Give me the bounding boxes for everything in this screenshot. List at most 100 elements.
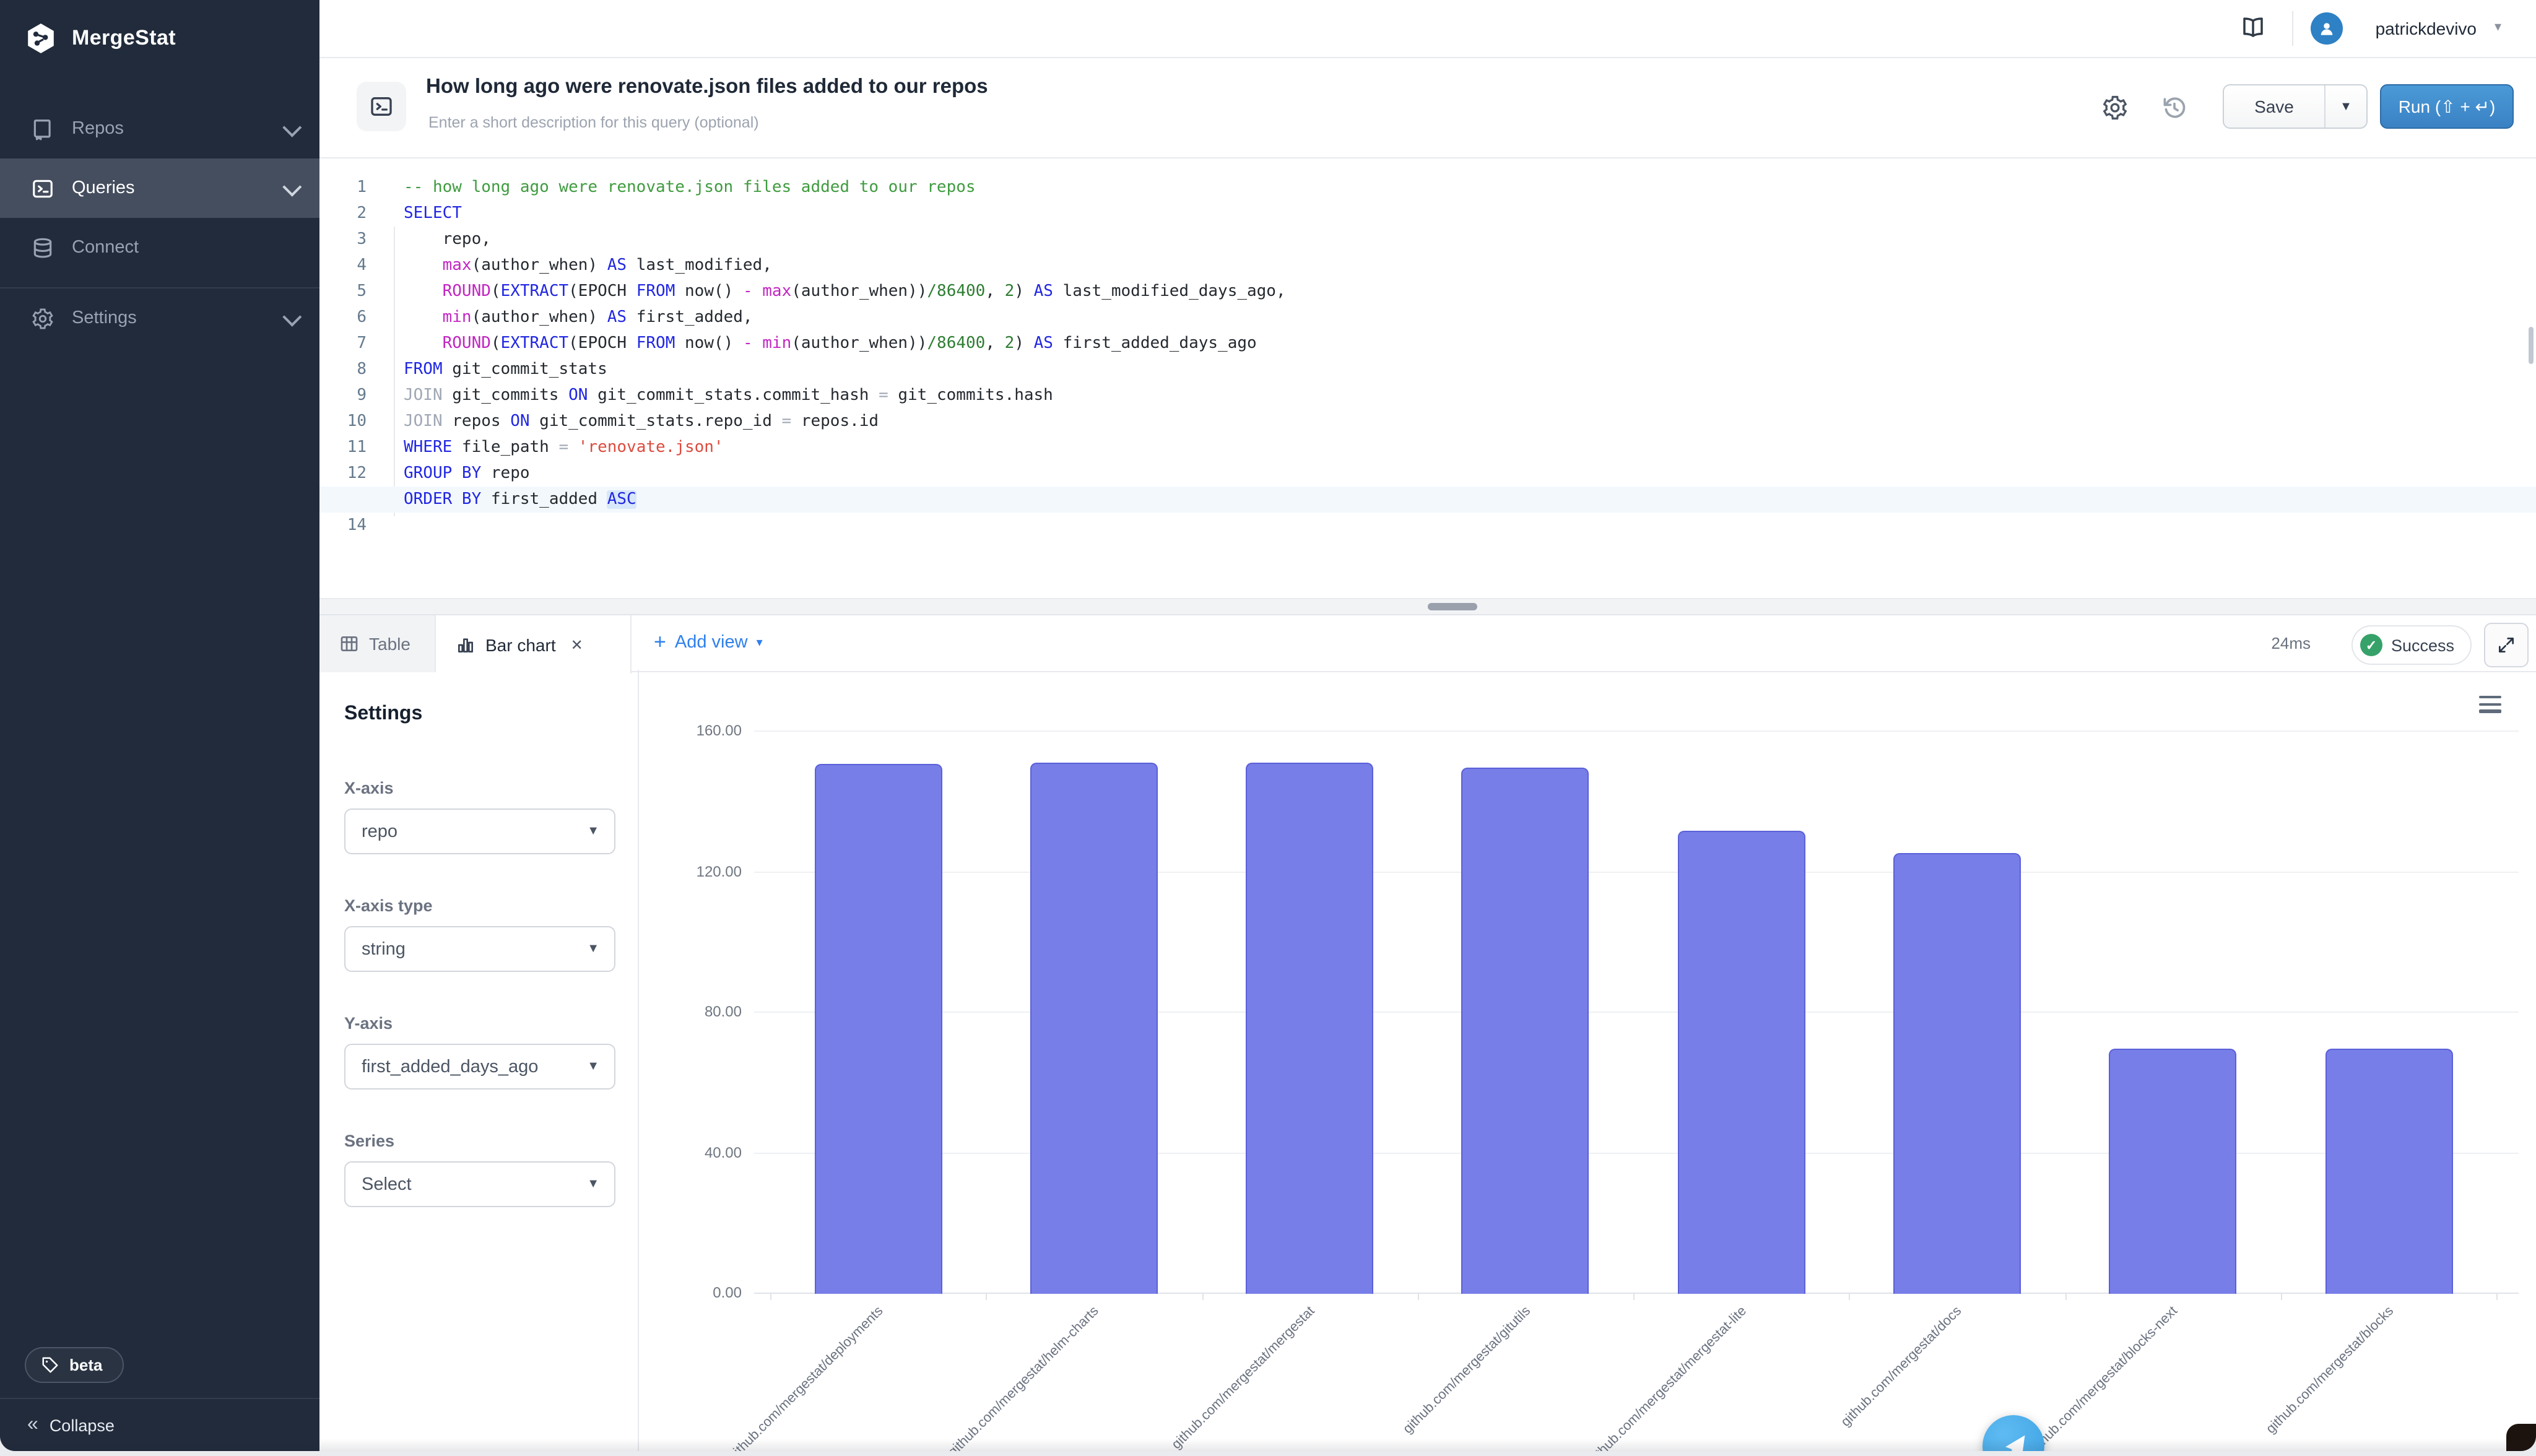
code-line[interactable]: FROM git_commit_stats xyxy=(319,357,2536,383)
code-line[interactable]: JOIN git_commits ON git_commit_stats.com… xyxy=(319,383,2536,409)
code-line[interactable]: ORDER BY first_added ASC xyxy=(319,487,2536,513)
sql-editor[interactable]: 1234567891011121314 -- how long ago were… xyxy=(319,158,2536,598)
query-terminal-icon xyxy=(357,82,406,131)
run-button[interactable]: Run (⇧ + ↵) xyxy=(2380,84,2514,129)
results-tabbar: Table Bar chart ✕ + Add view ▾ 24ms ✓ Su… xyxy=(319,615,2536,672)
collapse-icon: « xyxy=(27,1414,38,1436)
select-value: first_added_days_ago xyxy=(362,1057,587,1077)
select-x-axis-type[interactable]: string▼ xyxy=(344,926,615,972)
close-tab-icon[interactable]: ✕ xyxy=(571,636,583,653)
code-line[interactable]: repo, xyxy=(319,227,2536,253)
x-axis-label: github.com/mergestat/docs xyxy=(1839,1304,1965,1430)
code-line[interactable]: ROUND(EXTRACT(EPOCH FROM now() - max(aut… xyxy=(319,279,2536,305)
code-line[interactable]: max(author_when) AS last_modified, xyxy=(319,253,2536,279)
select-value: repo xyxy=(362,821,587,841)
editor-scrollbar[interactable] xyxy=(2529,327,2534,364)
chart-menu-icon[interactable] xyxy=(2479,696,2501,716)
tag-icon xyxy=(41,1356,59,1374)
code-line[interactable] xyxy=(319,513,2536,539)
bar[interactable] xyxy=(2325,1048,2452,1294)
corner-widget[interactable] xyxy=(2506,1424,2536,1451)
avatar[interactable] xyxy=(2311,12,2343,45)
expand-icon xyxy=(2496,635,2516,655)
app-window: MergeStat ReposQueries Connect Settings be… xyxy=(0,0,2536,1451)
bar[interactable] xyxy=(2109,1048,2237,1294)
y-axis-tick-label: 120.00 xyxy=(639,862,742,880)
status-badge: ✓ Success xyxy=(2351,625,2472,665)
query-settings-gear-icon[interactable] xyxy=(2101,94,2129,121)
select-series[interactable]: Select▼ xyxy=(344,1161,615,1207)
query-title[interactable]: How long ago were renovate.json files ad… xyxy=(426,76,988,99)
select-y-axis[interactable]: first_added_days_ago▼ xyxy=(344,1044,615,1090)
tab-bar-chart-label: Bar chart xyxy=(485,635,556,654)
sidebar: MergeStat ReposQueries Connect Settings be… xyxy=(0,0,319,1451)
field-label-series: Series xyxy=(344,1132,615,1150)
sidebar-item-repos[interactable]: Repos xyxy=(0,99,319,158)
bar[interactable] xyxy=(1246,763,1373,1294)
query-history-icon[interactable] xyxy=(2161,94,2188,121)
x-axis-label: github.com/mergestat/deployments xyxy=(726,1304,886,1451)
gridline xyxy=(754,1152,2519,1153)
save-menu-caret-icon[interactable]: ▼ xyxy=(2325,100,2366,113)
mergestat-logo-icon xyxy=(25,22,57,54)
x-axis-tick xyxy=(1633,1294,1635,1300)
code-line[interactable]: GROUP BY repo xyxy=(319,461,2536,487)
bar[interactable] xyxy=(814,763,942,1294)
select-caret-icon: ▼ xyxy=(587,1177,599,1191)
select-caret-icon: ▼ xyxy=(587,1060,599,1073)
results-panel: Settings X-axisrepo▼X-axis typestring▼Y-… xyxy=(319,670,2536,1451)
plus-icon: + xyxy=(654,630,666,655)
bar[interactable] xyxy=(1462,768,1589,1294)
y-axis-tick-label: 40.00 xyxy=(639,1143,742,1161)
code-line[interactable]: -- how long ago were renovate.json files… xyxy=(319,175,2536,201)
x-axis-label: github.com/mergestat/mergestat-lite xyxy=(1585,1304,1749,1451)
panel-resize-handle[interactable] xyxy=(319,598,2536,615)
collapse-label: Collapse xyxy=(50,1416,115,1434)
chat-widget-button[interactable] xyxy=(1982,1415,2044,1451)
collapse-sidebar-button[interactable]: « Collapse xyxy=(0,1398,319,1451)
query-description-input[interactable] xyxy=(426,113,1124,132)
chevron-down-icon xyxy=(282,177,302,196)
y-axis-tick-label: 80.00 xyxy=(639,1003,742,1020)
logo[interactable]: MergeStat xyxy=(0,0,319,54)
user-menu-caret-icon[interactable]: ▾ xyxy=(2495,19,2501,35)
sidebar-item-label: Connect xyxy=(72,238,139,258)
code-line[interactable]: ROUND(EXTRACT(EPOCH FROM now() - min(aut… xyxy=(319,331,2536,357)
save-button[interactable]: Save ▼ xyxy=(2223,84,2368,129)
bar[interactable] xyxy=(1677,830,1805,1294)
sidebar-item-connect[interactable]: Connect xyxy=(0,218,319,277)
code-line[interactable]: WHERE file_path = 'renovate.json' xyxy=(319,435,2536,461)
add-view-button[interactable]: + Add view ▾ xyxy=(654,630,763,655)
x-axis-label: github.com/mergestat/blocks xyxy=(2264,1304,2397,1437)
gridline xyxy=(754,730,2519,732)
field-label-x-axis: X-axis xyxy=(344,779,615,797)
x-axis-tick xyxy=(2065,1294,2066,1300)
username[interactable]: patrickdevivo xyxy=(2376,19,2477,38)
select-x-axis[interactable]: repo▼ xyxy=(344,808,615,854)
beta-label: beta xyxy=(69,1356,102,1374)
bar[interactable] xyxy=(1893,853,2021,1294)
code-line[interactable]: min(author_when) AS first_added, xyxy=(319,305,2536,331)
y-axis-tick-label: 0.00 xyxy=(639,1284,742,1301)
docs-book-icon[interactable] xyxy=(2240,15,2266,41)
x-axis-label: github.com/mergestat/blocks-next xyxy=(2026,1304,2181,1451)
table-icon xyxy=(339,634,359,654)
tab-table[interactable]: Table xyxy=(319,615,436,672)
editor-code[interactable]: -- how long ago were renovate.json files… xyxy=(319,175,2536,539)
tab-bar-chart[interactable]: Bar chart ✕ xyxy=(436,615,632,674)
select-caret-icon: ▼ xyxy=(587,825,599,838)
save-label[interactable]: Save xyxy=(2224,97,2324,116)
sidebar-item-queries[interactable]: Queries xyxy=(0,158,319,218)
bar[interactable] xyxy=(1030,763,1158,1294)
terminal-icon xyxy=(30,176,54,201)
chart-settings-panel: Settings X-axisrepo▼X-axis typestring▼Y-… xyxy=(319,670,639,1451)
expand-results-button[interactable] xyxy=(2484,623,2529,667)
code-line[interactable]: JOIN repos ON git_commit_stats.repo_id =… xyxy=(319,409,2536,435)
sidebar-item-label: Settings xyxy=(72,308,137,328)
sidebar-item-settings[interactable]: Settings xyxy=(0,287,319,348)
database-icon xyxy=(30,235,54,260)
resize-grip[interactable] xyxy=(1428,603,1477,610)
bar-chart-canvas: 0.0040.0080.00120.00160.00github.com/mer… xyxy=(639,670,2536,1451)
x-axis-tick xyxy=(986,1294,987,1300)
code-line[interactable]: SELECT xyxy=(319,201,2536,227)
